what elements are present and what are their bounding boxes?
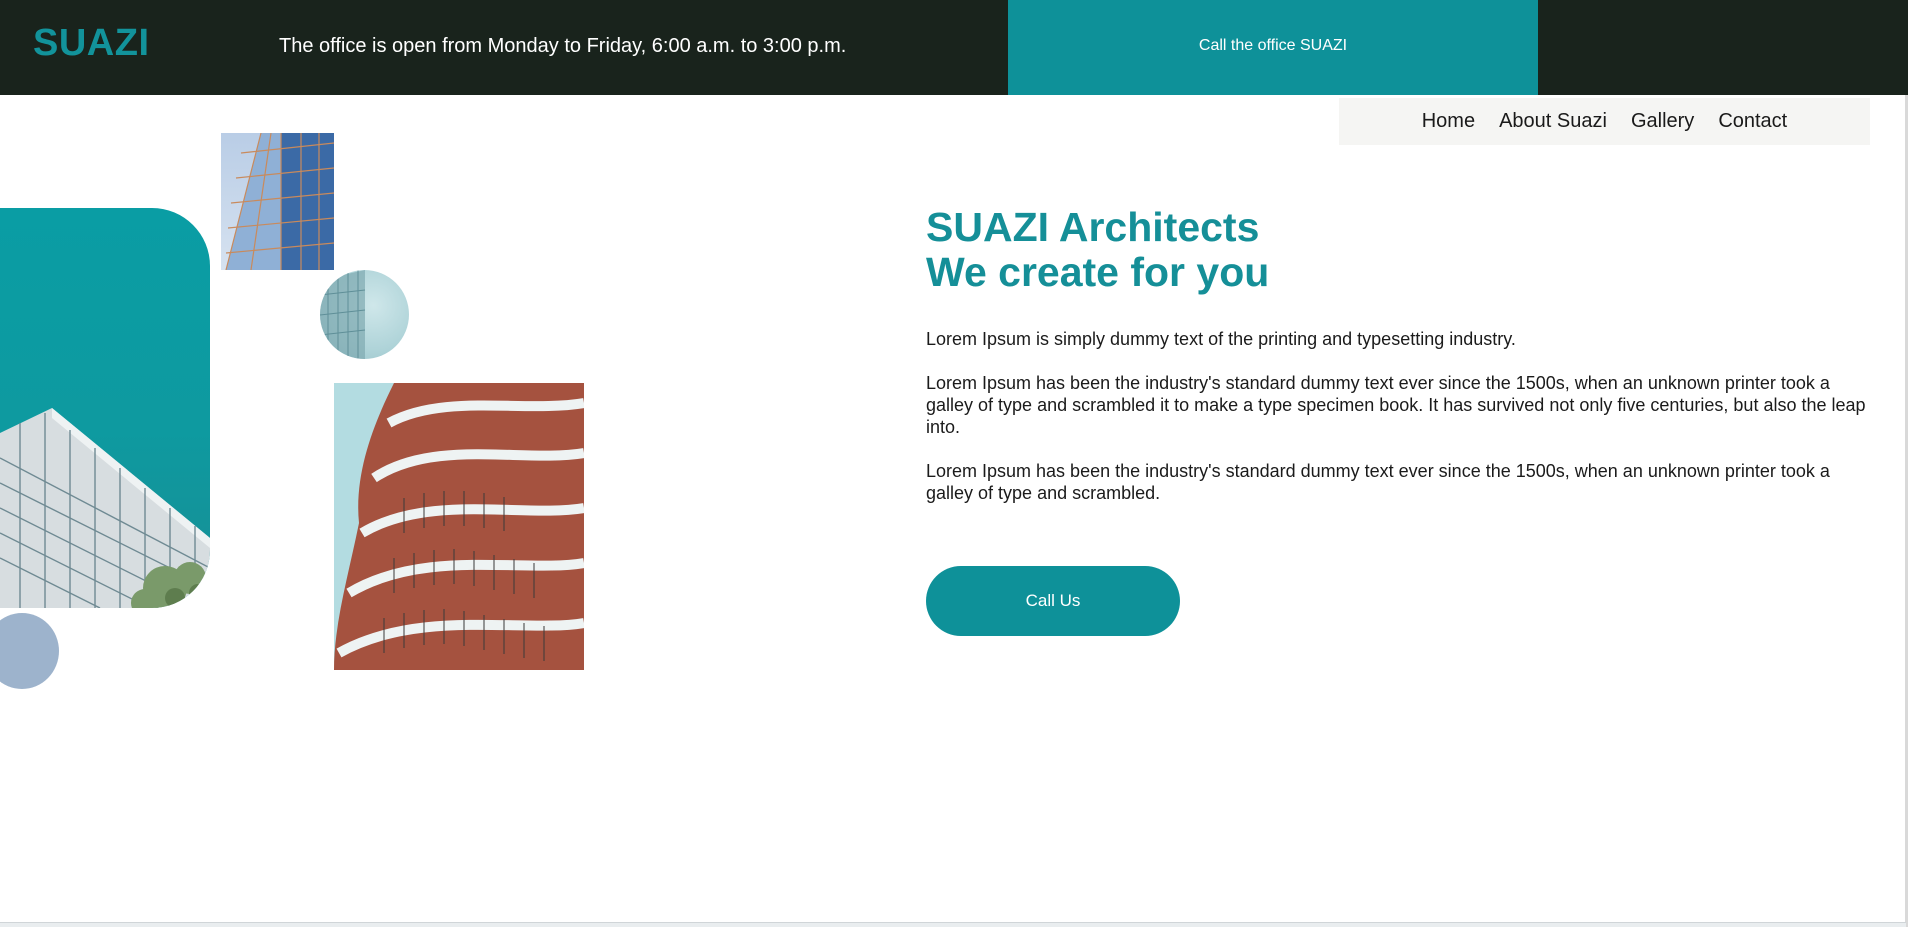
logo[interactable]: SUAZI	[33, 22, 150, 65]
decorative-dot	[0, 613, 59, 689]
hero-paragraph-2: Lorem Ipsum has been the industry's stan…	[926, 373, 1866, 437]
hero-title-line2: We create for you	[926, 249, 1270, 295]
glass-tower-image	[221, 133, 334, 270]
call-office-button[interactable]: Call the office SUAZI	[1008, 0, 1538, 95]
main-nav: Home About Suazi Gallery Contact	[1339, 98, 1870, 145]
hero-paragraph-3: Lorem Ipsum has been the industry's stan…	[926, 461, 1830, 503]
nav-home[interactable]: Home	[1422, 110, 1475, 133]
nav-gallery[interactable]: Gallery	[1631, 110, 1694, 133]
hero-title-line1: SUAZI Architects	[926, 204, 1260, 250]
curved-balcony-building-image	[334, 383, 584, 670]
office-hours-text: The office is open from Monday to Friday…	[279, 35, 847, 57]
hero-paragraph-1: Lorem Ipsum is simply dummy text of the …	[926, 329, 1516, 349]
building-teal-sky-image	[0, 208, 210, 608]
nav-about[interactable]: About Suazi	[1499, 110, 1607, 133]
call-us-button[interactable]: Call Us	[926, 566, 1180, 636]
window-bottom-border	[0, 922, 1906, 927]
hero-title: SUAZI Architects We create for you	[926, 205, 1726, 295]
top-bar: SUAZI The office is open from Monday to …	[0, 0, 1908, 95]
nav-contact[interactable]: Contact	[1718, 110, 1787, 133]
glass-tower-circle-image	[320, 270, 409, 359]
